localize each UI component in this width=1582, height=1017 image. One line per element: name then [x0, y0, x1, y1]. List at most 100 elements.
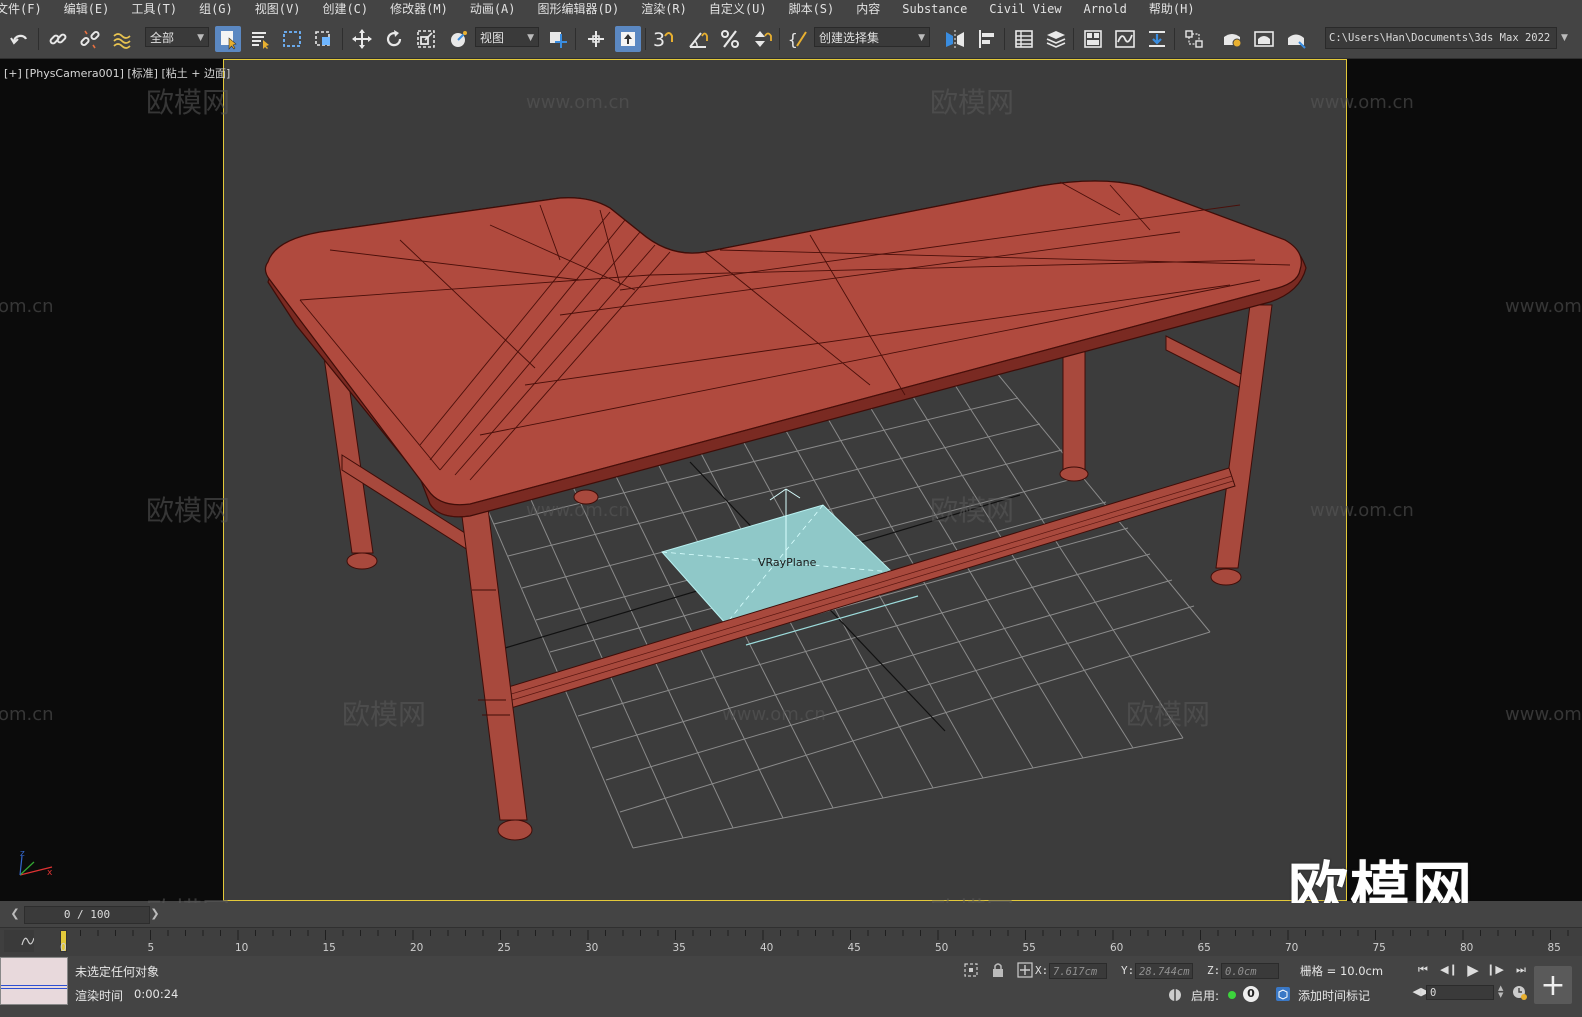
previous-frame-icon[interactable]: ◀❙	[1440, 961, 1458, 979]
project-path-field[interactable]: C:\Users\Han\Documents\3ds Max 2022	[1325, 27, 1557, 49]
rendered-frame-icon[interactable]	[1251, 26, 1277, 52]
menu-item[interactable]: 视图(V)	[244, 0, 312, 19]
menu-item[interactable]: Civil View	[978, 0, 1072, 19]
svg-text:{: {	[788, 30, 798, 49]
edit-named-sets-icon[interactable]: {	[786, 26, 812, 52]
link-icon[interactable]	[45, 26, 71, 52]
menu-item[interactable]: 图形编辑器(D)	[527, 0, 631, 19]
schematic-view-icon[interactable]	[1144, 26, 1170, 52]
scale-icon[interactable]	[413, 26, 439, 52]
rotate-icon[interactable]	[381, 26, 407, 52]
pivot-icon[interactable]	[545, 26, 571, 52]
menu-item[interactable]: Arnold	[1073, 0, 1138, 19]
timeline-tick-label: 0	[60, 942, 67, 954]
current-frame-field[interactable]: 0	[1426, 985, 1494, 1000]
move-icon[interactable]	[349, 26, 375, 52]
placement-icon[interactable]	[445, 26, 471, 52]
time-configuration-icon[interactable]	[1512, 985, 1528, 1001]
go-to-start-icon[interactable]: ⏮	[1414, 961, 1432, 979]
timeline-tick-label: 60	[1110, 942, 1124, 954]
menu-item[interactable]: 脚本(S)	[778, 0, 846, 19]
time-tag-icon[interactable]	[1275, 986, 1291, 1002]
selection-filter-dropdown[interactable]: 全部 ▼	[145, 27, 209, 47]
menu-item[interactable]: 渲染(R)	[630, 0, 698, 19]
go-to-end-icon[interactable]: ⏭	[1512, 961, 1530, 979]
menu-item[interactable]: 修改器(M)	[379, 0, 459, 19]
render-time-value: 0:00:24	[134, 987, 179, 1001]
menu-item[interactable]: 自定义(U)	[698, 0, 778, 19]
keyboard-shortcut-override-icon[interactable]	[615, 26, 641, 52]
key-count-badge[interactable]: 0	[1243, 986, 1259, 1002]
z-coord-label: Z:	[1207, 964, 1221, 977]
viewport-label[interactable]: [+] [PhysCamera001] [标准] [粘土 + 边面]	[4, 65, 230, 81]
select-manipulate-icon[interactable]	[583, 26, 609, 52]
timeline-tick-label: 70	[1285, 942, 1299, 954]
timeline-tick-label: 35	[672, 942, 686, 954]
menu-item[interactable]: Substance	[891, 0, 978, 19]
select-object-icon[interactable]	[215, 26, 241, 52]
render-setup-icon[interactable]	[1219, 26, 1245, 52]
material-editor-icon[interactable]	[1181, 26, 1207, 52]
maxscript-mini-listener[interactable]	[0, 957, 68, 1005]
bind-space-warp-icon[interactable]	[109, 26, 135, 52]
unlink-icon[interactable]	[77, 26, 103, 52]
menu-item[interactable]: 帮助(H)	[1138, 0, 1206, 19]
adaptive-degradation-icon[interactable]	[1168, 987, 1182, 1001]
next-frame-arrow-icon[interactable]: ❯	[148, 907, 162, 921]
menu-item[interactable]: 内容	[845, 0, 891, 19]
x-coord-field[interactable]: 7.617cm	[1049, 963, 1107, 979]
menu-item[interactable]: 创建(C)	[311, 0, 379, 19]
toolbar-separator	[779, 28, 780, 50]
next-frame-icon[interactable]: ❙▶	[1486, 961, 1504, 979]
chevron-down-icon: ▼	[918, 33, 925, 43]
percent-snap-icon[interactable]	[717, 26, 743, 52]
toolbar-separator	[38, 28, 39, 50]
frame-spinner-icon[interactable]: ▲ ▼	[1498, 985, 1508, 1000]
menu-item[interactable]: 组(G)	[188, 0, 244, 19]
isolate-selection-icon[interactable]	[963, 962, 979, 978]
undo-icon[interactable]	[7, 26, 33, 52]
align-icon[interactable]	[974, 26, 1000, 52]
chevron-down-icon: ▼	[197, 33, 204, 43]
perspective-viewport[interactable]	[223, 59, 1347, 901]
snap-toggle-icon[interactable]: 3	[651, 26, 677, 52]
select-by-name-icon[interactable]	[247, 26, 273, 52]
timeline-tick-label: 55	[1022, 942, 1036, 954]
curve-editor-icon[interactable]	[1112, 26, 1138, 52]
lock-icon[interactable]	[990, 962, 1006, 978]
timeline-tick-label: 30	[585, 942, 599, 954]
scene-explorer-icon[interactable]	[1011, 26, 1037, 52]
render-production-icon[interactable]	[1283, 26, 1309, 52]
menu-item[interactable]: 编辑(E)	[53, 0, 121, 19]
menu-item[interactable]: 动画(A)	[459, 0, 527, 19]
toolbar-separator	[342, 28, 343, 50]
play-icon[interactable]: ▶	[1464, 961, 1482, 979]
set-key-icon[interactable]: +	[1534, 966, 1572, 1004]
window-crossing-icon[interactable]	[311, 26, 337, 52]
toolbar-separator	[645, 28, 646, 50]
rect-selection-icon[interactable]	[279, 26, 305, 52]
time-slider[interactable]: 0 / 100	[24, 906, 150, 924]
add-time-tag[interactable]: 添加时间标记	[1298, 987, 1370, 1004]
z-coord-field[interactable]: 0.0cm	[1221, 963, 1279, 979]
ref-coord-dropdown[interactable]: 视图 ▼	[475, 27, 539, 47]
time-slider-row: ❮ 0 / 100 ❯	[0, 903, 1582, 927]
mirror-icon[interactable]	[942, 26, 968, 52]
toggle-ribbon-icon[interactable]	[1080, 26, 1106, 52]
layer-explorer-icon[interactable]	[1043, 26, 1069, 52]
menu-item[interactable]: 工具(T)	[120, 0, 188, 19]
named-selection-dropdown[interactable]: 创建选择集 ▼	[814, 27, 930, 47]
left-viewport-letterbox	[0, 59, 223, 901]
selection-filter-value: 全部	[150, 31, 175, 45]
menu-item[interactable]: 文件(F)	[0, 0, 53, 19]
y-coord-field[interactable]: 28.744cm	[1135, 963, 1193, 979]
timeline-tick-label: 50	[935, 942, 949, 954]
angle-snap-icon[interactable]	[685, 26, 711, 52]
chevron-down-icon[interactable]: ▼	[1561, 33, 1568, 43]
timeline-ruler[interactable]: 0 5 10 15 20 25 30 35 40 45 50 55 60 65 70 75 80 85	[0, 927, 1582, 956]
spinner-snap-icon[interactable]	[749, 26, 775, 52]
prev-frame-arrow-icon[interactable]: ❮	[8, 907, 22, 921]
menu-bar: 文件(F) 编辑(E) 工具(T) 组(G) 视图(V) 创建(C) 修改器(M) 动画(A)…	[0, 0, 1582, 19]
selection-status: 未选定任何对象	[75, 965, 160, 979]
absolute-mode-icon[interactable]	[1017, 962, 1033, 978]
